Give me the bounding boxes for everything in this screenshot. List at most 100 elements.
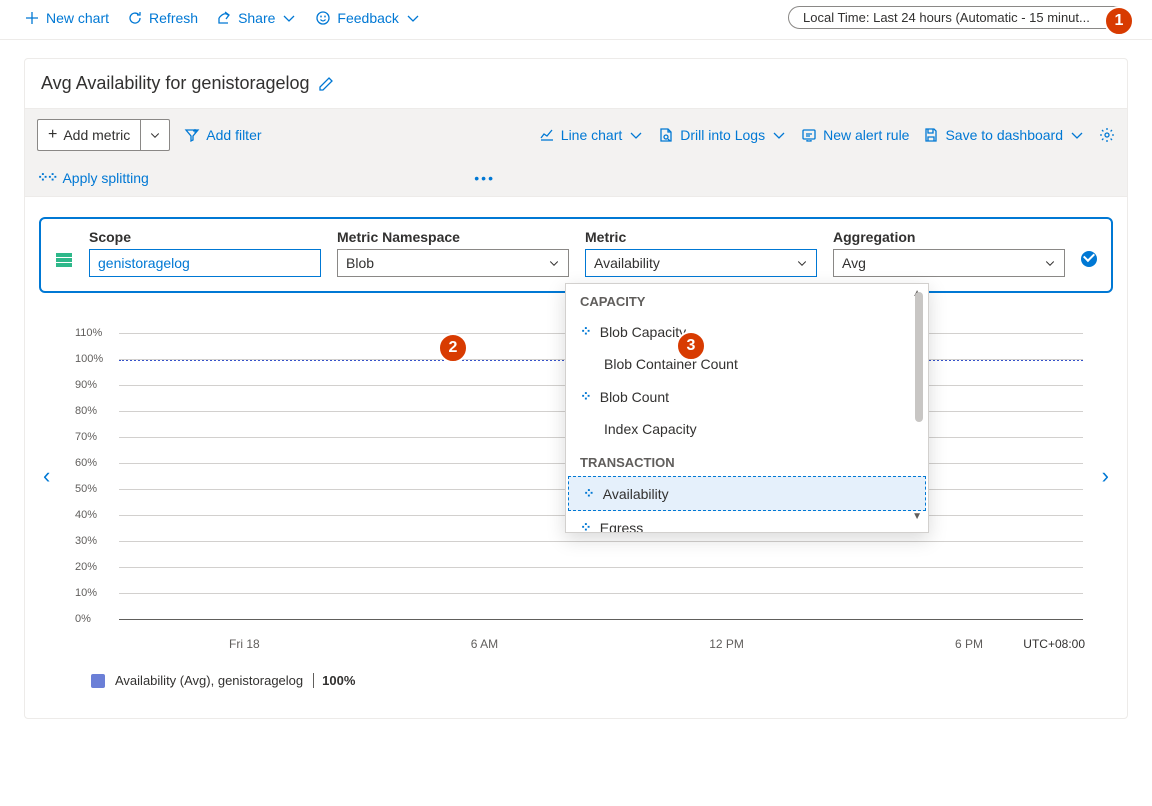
namespace-label: Metric Namespace — [337, 229, 569, 245]
metric-valid-icon — [1081, 251, 1097, 267]
add-filter-label: Add filter — [206, 127, 261, 143]
feedback-label: Feedback — [337, 10, 398, 26]
aggregation-select[interactable]: Avg — [833, 249, 1065, 277]
aggregation-label: Aggregation — [833, 229, 1065, 245]
dd-item-blob-count[interactable]: ⁘Blob Count — [566, 380, 928, 413]
chevron-down-icon — [405, 10, 421, 26]
card-title-text: Avg Availability for genistoragelog — [41, 73, 310, 94]
namespace-select[interactable]: Blob — [337, 249, 569, 277]
alert-icon — [801, 127, 817, 143]
metric-selector-strip: Scope Metric Namespace Blob Metric Avail… — [39, 217, 1113, 293]
refresh-icon — [127, 10, 143, 26]
share-button[interactable]: Share — [216, 10, 297, 26]
refresh-label: Refresh — [149, 10, 198, 26]
scroll-down-icon: ▼ — [912, 511, 922, 522]
chevron-down-icon — [628, 127, 644, 143]
dd-header-capacity: CAPACITY — [566, 284, 928, 315]
line-chart-label: Line chart — [561, 127, 622, 143]
dd-header-transaction: TRANSACTION — [566, 445, 928, 476]
add-metric-dropdown[interactable] — [140, 119, 170, 151]
filter-icon — [184, 127, 200, 143]
logs-icon — [658, 127, 674, 143]
plus-icon: + — [48, 126, 57, 144]
legend-swatch — [91, 674, 105, 688]
scope-label: Scope — [89, 229, 321, 245]
callout-badge-1: 1 — [1104, 6, 1134, 36]
feedback-button[interactable]: Feedback — [315, 10, 420, 26]
y-tick: 70% — [75, 431, 97, 443]
apply-splitting-button[interactable]: ⁘⁘ Apply splitting — [37, 169, 149, 186]
metric-card: Avg Availability for genistoragelog + Ad… — [24, 58, 1128, 719]
save-dashboard-button[interactable]: Save to dashboard — [923, 127, 1085, 143]
card-toolbar: + Add metric Add filter Line chart Drill… — [25, 108, 1127, 197]
add-metric-button[interactable]: + Add metric — [37, 119, 140, 151]
card-title-row: Avg Availability for genistoragelog — [25, 59, 1127, 108]
metric-dropdown: CAPACITY ⁘Blob Capacity Blob Container C… — [565, 283, 929, 533]
scrollbar-thumb[interactable] — [915, 292, 923, 422]
drill-logs-label: Drill into Logs — [680, 127, 765, 143]
gridline — [929, 359, 1083, 360]
new-alert-button[interactable]: New alert rule — [801, 127, 909, 143]
time-range-pill[interactable]: Local Time: Last 24 hours (Automatic - 1… — [788, 6, 1128, 29]
dd-item-blob-container-count[interactable]: Blob Container Count — [566, 348, 928, 380]
save-dashboard-label: Save to dashboard — [945, 127, 1063, 143]
more-button[interactable]: ••• — [474, 170, 495, 186]
x-tick: 6 AM — [471, 637, 498, 651]
gear-icon — [1099, 127, 1115, 143]
metric-select[interactable]: Availability — [585, 249, 817, 277]
dd-item-blob-capacity[interactable]: ⁘Blob Capacity — [566, 315, 928, 348]
metric-icon: ⁘ — [580, 323, 590, 340]
settings-button[interactable] — [1099, 127, 1115, 143]
share-label: Share — [238, 10, 275, 26]
apply-splitting-label: Apply splitting — [62, 170, 148, 186]
chevron-down-icon — [1069, 127, 1085, 143]
x-axis-labels: Fri 18 6 AM 12 PM 6 PM — [119, 637, 1083, 651]
aggregation-value: Avg — [842, 255, 866, 271]
scope-input[interactable] — [89, 249, 321, 277]
y-tick: 40% — [75, 509, 97, 521]
line-chart-icon — [539, 127, 555, 143]
metric-icon: ⁘ — [580, 388, 590, 405]
y-tick: 0% — [75, 613, 91, 625]
save-icon — [923, 127, 939, 143]
gridline — [929, 333, 1083, 334]
chart-next-button[interactable]: › — [1102, 463, 1109, 489]
add-metric-label: Add metric — [63, 127, 130, 143]
refresh-button[interactable]: Refresh — [127, 10, 198, 26]
chevron-down-icon — [1044, 257, 1056, 269]
chevron-down-icon — [281, 10, 297, 26]
dropdown-scrollbar[interactable]: ▲ ▼ — [912, 290, 926, 520]
gridline — [119, 385, 567, 386]
drill-logs-button[interactable]: Drill into Logs — [658, 127, 787, 143]
ellipsis-icon: ••• — [474, 170, 495, 186]
edit-icon[interactable] — [318, 76, 334, 92]
y-tick: 90% — [75, 379, 97, 391]
top-toolbar-left: New chart Refresh Share Feedback — [24, 10, 421, 26]
namespace-value: Blob — [346, 255, 374, 271]
y-tick: 60% — [75, 457, 97, 469]
y-tick: 50% — [75, 483, 97, 495]
chevron-down-icon — [771, 127, 787, 143]
callout-badge-3: 3 — [676, 331, 706, 361]
dd-item-egress[interactable]: ⁘Egress — [566, 511, 928, 532]
x-tick: Fri 18 — [229, 637, 260, 651]
y-tick: 80% — [75, 405, 97, 417]
plus-icon — [24, 10, 40, 26]
splitting-icon: ⁘⁘ — [37, 169, 56, 186]
x-tick: 6 PM — [955, 637, 983, 651]
metric-icon: ⁘ — [580, 519, 590, 532]
y-tick: 30% — [75, 535, 97, 547]
chevron-down-icon — [149, 129, 161, 141]
dd-item-availability[interactable]: ⁘Availability — [568, 476, 926, 511]
callout-badge-2: 2 — [438, 333, 468, 363]
chart-prev-button[interactable]: ‹ — [43, 463, 50, 489]
new-chart-label: New chart — [46, 10, 109, 26]
baseline — [119, 619, 1083, 620]
chevron-down-icon — [548, 257, 560, 269]
legend-series-value: 100% — [313, 673, 355, 688]
gridline — [929, 385, 1083, 386]
new-chart-button[interactable]: New chart — [24, 10, 109, 26]
dd-item-index-capacity[interactable]: Index Capacity — [566, 413, 928, 445]
line-chart-button[interactable]: Line chart — [539, 127, 644, 143]
add-filter-button[interactable]: Add filter — [184, 127, 261, 143]
